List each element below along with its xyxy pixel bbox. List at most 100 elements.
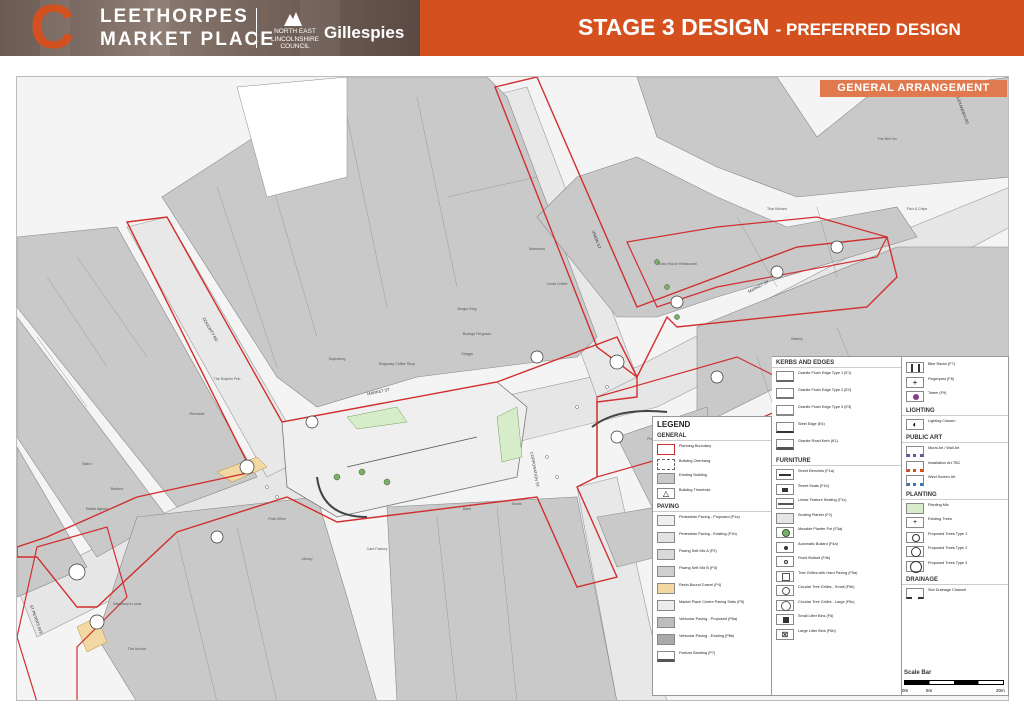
building-label: Boots	[512, 502, 522, 506]
kerb-swatch	[776, 439, 794, 450]
litter-bin-small-icon	[776, 614, 794, 625]
legend-panel: LEGEND GENERAL Planning Boundary Buildin…	[652, 416, 772, 696]
litter-bin-large-icon: ⊠	[776, 628, 794, 640]
legend-heading-general: GENERAL	[653, 430, 771, 441]
legend-item: Seating Planter (F2)	[772, 512, 901, 527]
totem-icon	[906, 391, 924, 402]
mural-art-swatch	[906, 446, 924, 457]
legend-item: Granite Flush Edge Type 3 (E3)	[772, 404, 901, 421]
legend-item: Wind Screen Art	[902, 474, 1008, 489]
legend-item: Vehicular Paving - Existing (P6b)	[653, 633, 771, 650]
building-label: Tudor House Restaurant	[657, 262, 697, 266]
legend-item: + Existing Trees	[902, 516, 1008, 531]
circular-grille-small-icon	[776, 585, 794, 596]
legend-item: ◐ Lighting Column	[902, 418, 1008, 433]
council-name: NORTH EAST LINCOLNSHIRE COUNCIL	[270, 28, 320, 50]
scale-label: 0m	[902, 688, 909, 693]
building-label: Bank	[462, 507, 472, 511]
legend-item: Proposed Trees Type 3	[902, 560, 1008, 575]
scale-label: 20m	[996, 688, 1005, 693]
legend-panel-2: KERBS AND EDGES Granite Flush Edge Type …	[772, 356, 902, 696]
legend-item: Small Litter Bins (F6)	[772, 613, 901, 628]
overhang-swatch	[657, 458, 675, 470]
consultant-logo: Gillespies	[324, 23, 405, 42]
legend-item: Circular Tree Grilles - Small (F5b)	[772, 584, 901, 599]
tree-type-2-icon	[906, 546, 924, 557]
building-label: Thai Kitchen	[767, 207, 787, 211]
legend-item: Building Overhang	[653, 458, 771, 473]
building-label: The Bell Inn	[877, 137, 897, 141]
legend-heading-paving: PAVING	[653, 501, 771, 512]
legend-item: Fixed Bollard (F4b)	[772, 555, 901, 570]
legend-item: Planning Boundary	[653, 443, 771, 458]
legend-item: + Fingerpost (F8)	[902, 376, 1008, 391]
scale-label: 5m	[926, 688, 933, 693]
legend-item: Totem (F9)	[902, 390, 1008, 405]
legend-item: Installation Art TBC	[902, 460, 1008, 475]
legend-item: Market Place Centre Paving Setts (P5)	[653, 599, 771, 616]
legend-item: Planting Mix	[902, 502, 1008, 517]
paving-swatch	[657, 515, 675, 526]
existing-tree-icon: +	[906, 517, 924, 528]
header-divider	[256, 8, 257, 48]
edge-swatch	[776, 388, 794, 399]
gravel-swatch	[657, 583, 675, 594]
legend-heading-drainage: DRAINAGE	[902, 574, 1008, 585]
legend-item: Bike Racks (F7)	[902, 361, 1008, 376]
legend-item: Automatic Bollard (F4a)	[772, 541, 901, 556]
automatic-bollard-icon	[776, 541, 794, 553]
legend-item: Pedestrian Paving - Existing (P1b)	[653, 531, 771, 548]
circular-grille-large-icon	[776, 599, 794, 611]
legend-item: Vehicular Paving - Proposed (P6a)	[653, 616, 771, 633]
legend-heading-lighting: LIGHTING	[902, 405, 1008, 416]
legend-item: Steel Edge (E4)	[772, 421, 901, 438]
building-label: Riverside	[189, 412, 205, 416]
legend-item: Movable Planter Pot (F3a)	[772, 526, 901, 541]
legend-item: Street Benches (F1a)	[772, 468, 901, 483]
building-label: Library	[301, 557, 313, 561]
building-label: Kingsway Coffee Shop	[378, 362, 416, 366]
paving-swatch	[657, 634, 675, 645]
planting-mix-swatch	[906, 502, 924, 514]
banding-swatch	[657, 651, 675, 662]
logo-letter: C	[30, 0, 75, 62]
building-label: Estate Agents	[85, 507, 109, 511]
boundary-swatch	[657, 444, 675, 455]
planter-pot-icon	[776, 527, 794, 538]
header-banner: C LEETHORPES MARKET PLACE NORTH EAST LIN…	[0, 0, 1024, 62]
building-label: The Anchor	[127, 647, 147, 651]
building-swatch	[657, 473, 675, 484]
lighting-column-icon: ◐	[906, 418, 924, 430]
planter-icon	[776, 512, 794, 524]
paving-swatch	[657, 600, 675, 611]
paving-swatch	[657, 617, 675, 628]
building-label: Sainsbury's Local	[112, 602, 142, 606]
legend-item: △ Building Threshold	[653, 487, 771, 502]
legend-item: Mural Art / Wall Art	[902, 445, 1008, 460]
building-label: Post Office	[268, 517, 286, 521]
legend-item: Granite Flush Edge Type 2 (E2)	[772, 387, 901, 404]
legend-item: Existing Building	[653, 472, 771, 487]
legend-item: Paving Sett Mix B (P3)	[653, 565, 771, 582]
tree-type-3-icon	[906, 560, 924, 573]
fingerpost-icon: +	[906, 376, 924, 388]
building-label: Fish & Chips	[906, 207, 928, 211]
paving-swatch	[657, 532, 675, 543]
legend-item: Pedestrian Paving - Proposed (P1a)	[653, 514, 771, 531]
legend-item: Feature Banding (P7)	[653, 650, 771, 667]
edge-swatch	[776, 371, 794, 382]
stage-title-sub: - PREFERRED DESIGN	[775, 20, 961, 39]
legend-heading-kerbs: KERBS AND EDGES	[772, 357, 901, 368]
seat-icon	[776, 483, 794, 495]
legend-heading-public-art: PUBLIC ART	[902, 432, 1008, 443]
legend-item: Slot Drainage Channel	[902, 587, 1008, 602]
legend-heading-furniture: FURNITURE	[772, 455, 901, 466]
title-line-1: LEETHORPES	[100, 6, 249, 27]
bike-rack-icon	[906, 362, 924, 373]
tree-type-1-icon	[906, 531, 924, 543]
stage-title-main: STAGE 3 DESIGN	[578, 14, 770, 40]
legend-item: Paving Sett Mix A (P2)	[653, 548, 771, 565]
legend-item: Granite Flush Edge Type 1 (E1)	[772, 370, 901, 387]
building-label: Bistro	[82, 462, 92, 466]
scale-bar	[904, 680, 1004, 685]
